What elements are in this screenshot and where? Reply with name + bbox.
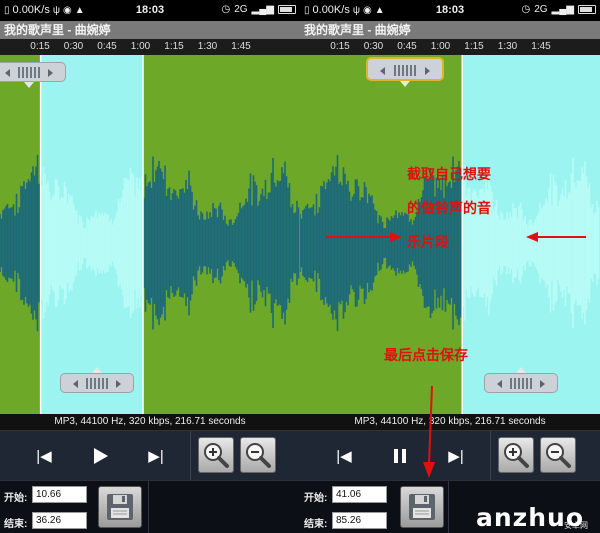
time-tick-label: 1:00 <box>430 41 451 52</box>
end-label: 结束: <box>304 519 328 530</box>
battery-icon <box>278 5 296 14</box>
playback-controls: |◀ ▶| <box>0 430 300 481</box>
fast-forward-button[interactable]: ▶| <box>444 444 468 468</box>
zoom-out-icon <box>546 443 571 468</box>
zoom-in-button[interactable] <box>498 437 534 473</box>
playback-controls: |◀ ▶| <box>300 430 600 481</box>
end-time-input[interactable] <box>32 512 87 529</box>
time-tick-label: 0:15 <box>330 41 350 52</box>
status-bar: ▯ 0.00K/s ψ ◉ ▲ 18:03 ◷ 2G ▂▄▆ <box>300 0 600 21</box>
file-info: MP3, 44100 Hz, 320 kbps, 216.71 seconds <box>300 414 600 430</box>
zoom-out-button[interactable] <box>540 437 576 473</box>
floppy-disk-icon <box>409 494 435 520</box>
zoom-in-button[interactable] <box>198 437 234 473</box>
start-marker-handle[interactable] <box>366 57 444 87</box>
time-tick-label: 0:30 <box>63 41 84 52</box>
start-label: 开始: <box>304 493 328 504</box>
time-tick-label: 1:15 <box>464 41 484 52</box>
battery-icon <box>578 5 596 14</box>
waveform[interactable] <box>0 55 300 414</box>
signal-icon: ▂▄▆ <box>551 4 574 15</box>
range-inputs: 开始: 结束: <box>0 480 300 533</box>
zoom-out-button[interactable] <box>240 437 276 473</box>
zoom-out-icon <box>246 443 271 468</box>
annotation-arrow-right <box>326 232 402 242</box>
time-tick-label: 1:30 <box>197 41 218 52</box>
rewind-button[interactable]: |◀ <box>32 444 56 468</box>
rewind-button[interactable]: |◀ <box>332 444 356 468</box>
floppy-disk-icon <box>107 494 133 520</box>
time-tick-label: 0:45 <box>97 41 117 52</box>
annotation-arrow-down <box>423 385 435 478</box>
time-tick-label: 1:45 <box>231 41 251 52</box>
time-tick-label: 1:45 <box>531 41 551 52</box>
annotation-select-segment: 截取自己想要 的做铃声的音 乐片段 <box>407 166 491 250</box>
time-tick-label: 1:15 <box>164 41 184 52</box>
zoom-in-icon <box>204 443 229 468</box>
time-tick-label: 0:30 <box>363 41 384 52</box>
save-button[interactable] <box>400 486 444 528</box>
start-label: 开始: <box>4 493 28 504</box>
file-info: MP3, 44100 Hz, 320 kbps, 216.71 seconds <box>0 414 300 430</box>
pause-icon <box>394 449 406 463</box>
fast-forward-button[interactable]: ▶| <box>144 444 168 468</box>
editor-panel-right: ▯ 0.00K/s ψ ◉ ▲ 18:03 ◷ 2G ▂▄▆ 我的歌声里 - 曲… <box>300 0 600 533</box>
annotation-arrow-left <box>526 232 586 242</box>
play-icon <box>94 448 108 464</box>
end-time-input[interactable] <box>332 512 387 529</box>
start-marker-handle[interactable] <box>0 62 66 88</box>
end-label: 结束: <box>4 519 28 530</box>
time-ruler: 0:15 0:30 0:45 1:00 1:15 1:30 1:45 <box>0 39 300 55</box>
alarm-icon: ◷ <box>521 4 531 15</box>
time-tick-label: 1:00 <box>130 41 151 52</box>
time-ruler: 0:15 0:30 0:45 1:00 1:15 1:30 1:45 <box>300 39 600 55</box>
zoom-in-icon <box>504 443 529 468</box>
end-marker-handle[interactable] <box>60 367 134 393</box>
time-tick-label: 1:30 <box>497 41 518 52</box>
signal-icon: ▂▄▆ <box>251 4 274 15</box>
editor-panel-left: ▯ 0.00K/s ψ ◉ ▲ 18:03 ◷ 2G ▂▄▆ 我的歌声里 - 曲… <box>0 0 300 533</box>
save-button[interactable] <box>98 486 142 528</box>
alarm-icon: ◷ <box>221 4 231 15</box>
start-time-input[interactable] <box>332 486 387 503</box>
pause-button[interactable] <box>388 444 412 468</box>
sim-label: 2G <box>234 4 248 15</box>
song-title: 我的歌声里 - 曲婉婷 <box>0 21 300 39</box>
time-tick-label: 0:45 <box>397 41 417 52</box>
time-tick-label: 0:15 <box>30 41 50 52</box>
annotation-save-hint: 最后点击保存 <box>384 347 468 363</box>
sim-label: 2G <box>534 4 548 15</box>
song-title: 我的歌声里 - 曲婉婷 <box>300 21 600 39</box>
start-time-input[interactable] <box>32 486 87 503</box>
watermark-site: 安卓网 <box>564 521 588 530</box>
end-marker-handle[interactable] <box>484 367 558 393</box>
status-bar: ▯ 0.00K/s ψ ◉ ▲ 18:03 ◷ 2G ▂▄▆ <box>0 0 300 21</box>
play-button[interactable] <box>88 444 112 468</box>
